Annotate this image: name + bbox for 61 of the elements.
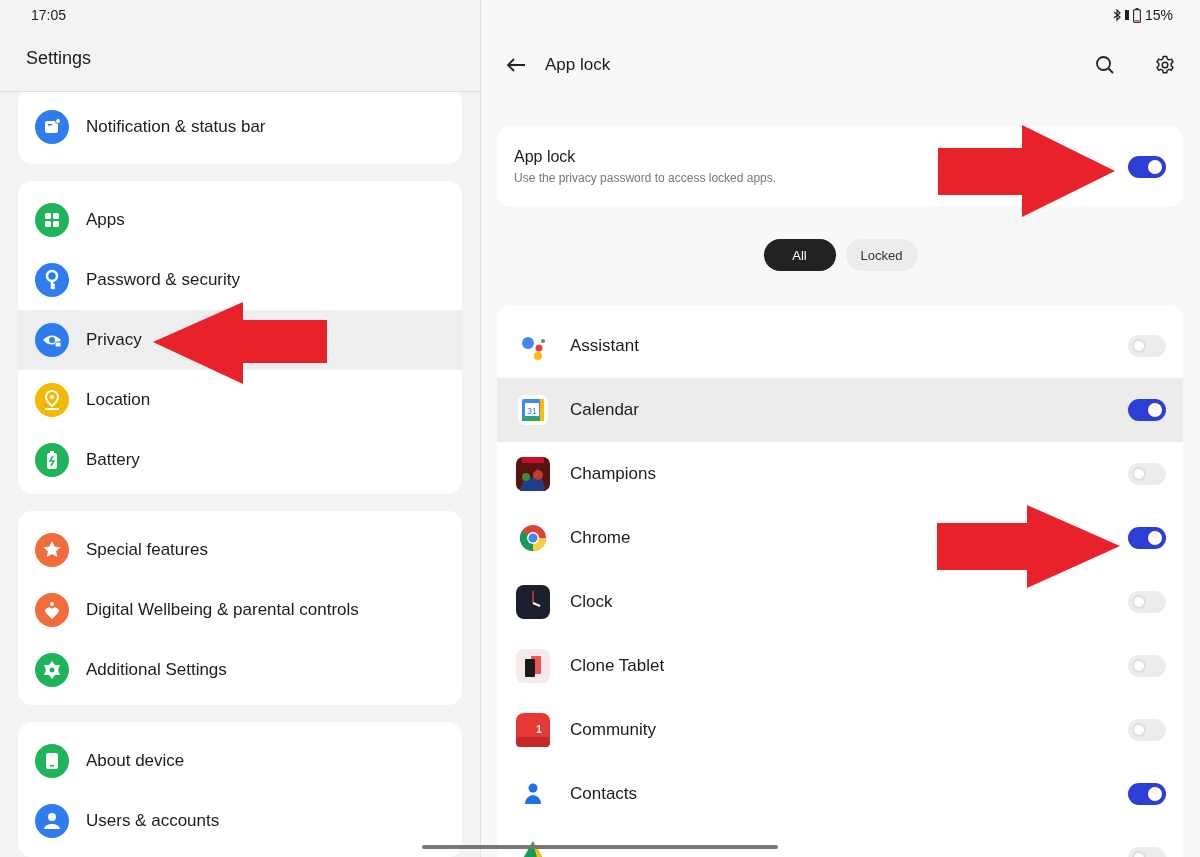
settings-item[interactable]: Notification & status bar (18, 97, 462, 157)
chat-icon: 1 (516, 713, 550, 747)
app-name: Clock (570, 592, 614, 612)
toggle-switch[interactable] (1128, 527, 1166, 549)
toggle-switch[interactable] (1128, 399, 1166, 421)
signal-icon (1124, 10, 1129, 20)
settings-item[interactable]: Special features (18, 519, 462, 580)
settings-item[interactable]: Battery (18, 430, 462, 491)
toggle-switch[interactable] (1128, 591, 1166, 613)
cog-icon (35, 652, 69, 687)
apps-icon (35, 203, 69, 238)
screen-title: App lock (545, 55, 612, 75)
settings-item[interactable]: Users & accounts (18, 790, 462, 851)
toggle-switch[interactable] (1128, 463, 1166, 485)
app-name: Community (570, 720, 657, 740)
battery-icon (35, 443, 69, 478)
pin-icon (35, 383, 69, 418)
toggle-switch[interactable] (1128, 335, 1166, 357)
search-icon (1095, 55, 1115, 75)
settings-item[interactable]: Digital Wellbeing & parental controls (18, 579, 462, 640)
toggle-switch[interactable] (1128, 155, 1166, 178)
calendar-icon: 31 (516, 393, 550, 427)
clock-icon (516, 585, 550, 619)
settings-icon (1155, 55, 1175, 75)
app-row[interactable]: Clock (497, 570, 1183, 634)
battery-icon (1132, 7, 1141, 23)
battery-level: 15% (1144, 7, 1173, 23)
toggle-switch[interactable] (1128, 655, 1166, 677)
settings-item[interactable]: About device (18, 730, 462, 791)
app-row[interactable]: Clone Tablet (497, 634, 1183, 698)
app-row[interactable]: 31 Calendar (497, 378, 1183, 442)
filter-chip[interactable]: Locked (845, 239, 918, 271)
phone-icon (35, 743, 69, 778)
settings-item[interactable]: Apps (18, 190, 462, 251)
app-row[interactable]: Contacts (497, 762, 1183, 826)
page-title: Settings (26, 48, 92, 70)
app-row[interactable]: Champions (497, 442, 1183, 506)
setting-title: App lock (514, 148, 577, 166)
app-row[interactable]: Assistant (497, 314, 1183, 378)
settings-item[interactable]: Password & security (18, 250, 462, 311)
bluetooth-icon (1112, 9, 1121, 21)
filter-chip[interactable]: All (763, 239, 836, 271)
setting-description: Use the privacy password to access locked apps. (514, 171, 778, 185)
app-name: Contacts (570, 784, 639, 804)
app-row[interactable]: 1 Community (497, 698, 1183, 762)
app-name: Calendar (570, 400, 640, 420)
person-icon (35, 803, 69, 838)
app-name: Clone Tablet (570, 656, 666, 676)
notification-icon (35, 110, 69, 144)
app-name: Champions (570, 464, 657, 484)
clone-icon (516, 649, 550, 683)
app-name: Assistant (570, 336, 640, 356)
toggle-switch[interactable] (1128, 783, 1166, 805)
settings-item[interactable]: Additional Settings (18, 639, 462, 700)
status-time: 17:05 (31, 7, 67, 23)
key-icon (35, 263, 69, 298)
settings-item[interactable]: Location (18, 370, 462, 431)
back-arrow-icon (506, 57, 526, 73)
toggle-switch[interactable] (1128, 719, 1166, 741)
game-art-icon (516, 457, 550, 491)
app-name: Chrome (570, 528, 632, 548)
